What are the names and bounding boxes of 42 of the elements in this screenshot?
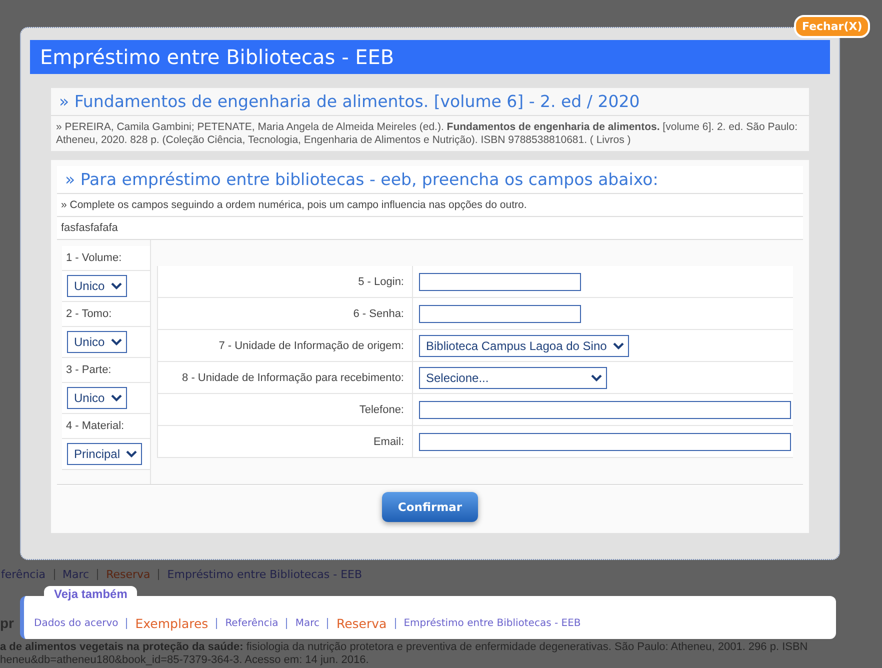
link[interactable]: Exemplares — [135, 616, 208, 631]
dropdown[interactable]: Biblioteca Campus Lagoa do Sino — [419, 334, 629, 356]
field-label: Telefone: — [157, 394, 413, 425]
input-field[interactable] — [419, 432, 791, 450]
chevron-icon — [110, 282, 122, 290]
background-text: a de alimentos vegetais na proteção da saúde: fisiologia da nutrição protetora e preventiva de enfermidade degenerativas. São Paulo: Atheneu, 2001. 296 p. ISBN — [0, 641, 809, 654]
dropdown[interactable]: Unico — [67, 275, 127, 297]
chevron-icon — [110, 394, 122, 402]
input-field[interactable] — [419, 400, 791, 418]
dropdown[interactable]: Unico — [67, 387, 127, 409]
citation-text: » PEREIRA, Camila Gambini; PETENATE, Maria Angela de Almeida Meireles (ed.). Fundamentos de engenharia de alimentos. [volume 6]. 2. ed. São Paulo: Atheneu, 2020. 828 p. (Coleção Ciência, Tecnologia, Engenharia de Alimentos e Nutrição). ISBN 9788538810681. ( Livros ) — [55, 120, 799, 148]
field-label: 2 - Tomo: — [62, 302, 150, 327]
field-label: 3 - Parte: — [62, 358, 150, 383]
link[interactable]: Empréstimo entre Bibliotecas - EEB — [404, 618, 581, 629]
dropdown[interactable]: Unico — [67, 331, 127, 353]
field-label: 5 - Login: — [157, 266, 413, 297]
field-label: 6 - Senha: — [157, 298, 413, 329]
info-text: fasfasfafafa — [57, 217, 803, 240]
field-label: Email: — [157, 426, 413, 457]
field-label: 8 - Unidade de Informação para recebimento: — [157, 362, 413, 393]
chevron-icon — [110, 338, 122, 346]
field-label: 1 - Volume: — [62, 246, 150, 271]
see-also-title: Veja também — [44, 586, 138, 601]
confirm-button[interactable]: Confirmar — [382, 492, 478, 522]
dialog-title: Empréstimo entre Bibliotecas - EEB — [30, 40, 830, 74]
field-label: 4 - Material: — [62, 414, 150, 439]
book-title: » Fundamentos de engenharia de alimentos. [volume 6] - 2. ed / 2020 — [51, 88, 809, 116]
link[interactable]: Referência — [225, 618, 278, 629]
background-text: heneu&db=atheneu180&book_id=85-7379-364-3. Acesso em: 14 jun. 2016. — [0, 654, 370, 667]
link[interactable]: Dados do acervo — [34, 618, 118, 629]
input-field[interactable] — [419, 304, 581, 322]
chevron-icon — [612, 342, 624, 350]
dropdown[interactable]: Selecione... — [419, 366, 607, 388]
form-heading: » Para empréstimo entre bibliotecas - eeb, preencha os campos abaixo: — [57, 166, 803, 194]
input-field[interactable] — [419, 272, 581, 290]
instruction-text: » Complete os campos seguindo a ordem numérica, pois um campo influencia nas opções do outro. — [57, 194, 803, 217]
dropdown[interactable]: Principal — [67, 443, 142, 465]
field-label: 7 - Unidade de Informação de origem: — [157, 330, 413, 361]
link[interactable]: Marc — [295, 618, 320, 629]
chevron-icon — [126, 450, 138, 458]
link[interactable]: Reserva — [336, 616, 387, 631]
chevron-icon — [591, 374, 602, 382]
